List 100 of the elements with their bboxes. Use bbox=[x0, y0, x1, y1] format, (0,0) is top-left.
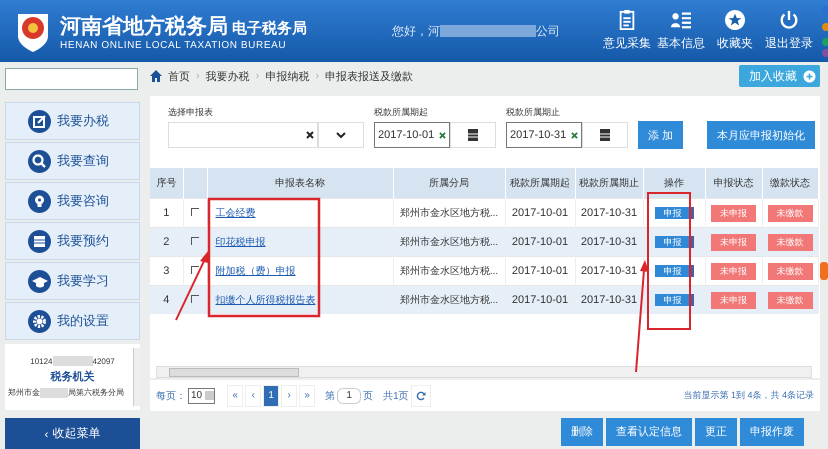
header-action[interactable]: 收藏夹 bbox=[708, 10, 762, 52]
row-checkbox[interactable] bbox=[191, 208, 199, 216]
horizontal-scrollbar[interactable] bbox=[156, 366, 812, 378]
action-button[interactable]: 更正 bbox=[695, 418, 737, 446]
table-cell: 2017-10-31 bbox=[575, 286, 643, 314]
search-field[interactable] bbox=[5, 68, 138, 90]
breadcrumb-link[interactable]: 申报表报送及缴款 bbox=[325, 68, 414, 84]
calendar-button[interactable] bbox=[582, 122, 628, 148]
floating-widget-icon bbox=[820, 262, 828, 280]
init-button[interactable]: 本月应申报初始化 bbox=[707, 121, 816, 150]
clear-icon bbox=[306, 131, 314, 140]
site-english-title: HENAN ONLINE LOCAL TAXATION BUREAU bbox=[60, 40, 288, 50]
table-cell: 2017-10-01 bbox=[505, 286, 575, 314]
separator-icon: › bbox=[315, 70, 320, 82]
column-header: 所属分局 bbox=[393, 168, 505, 199]
declare-button[interactable]: 申报 bbox=[654, 264, 694, 277]
clipboard-icon bbox=[617, 10, 637, 30]
page-suffix: 页 bbox=[363, 390, 374, 403]
header-action[interactable]: 意见采集 bbox=[600, 10, 654, 52]
field-label: 选择申报表 bbox=[168, 106, 214, 120]
dropdown-icon bbox=[205, 391, 214, 400]
table-cell: 4 bbox=[150, 286, 183, 314]
header-action[interactable]: 基本信息 bbox=[654, 10, 708, 52]
scrollbar-thumb[interactable] bbox=[169, 368, 299, 378]
declare-button[interactable]: 申报 bbox=[654, 294, 694, 306]
field-label: 税款所属期止 bbox=[506, 106, 561, 120]
report-link[interactable]: 附加税（费）申报 bbox=[216, 266, 296, 278]
calendar-icon bbox=[468, 129, 478, 142]
status-badge: 未申报 bbox=[711, 204, 756, 222]
bulb-icon bbox=[28, 190, 51, 212]
sidebar-item[interactable]: 我要咨询 bbox=[5, 182, 140, 220]
tax-id-end: 42097 bbox=[92, 356, 115, 366]
redacted-block bbox=[40, 388, 68, 398]
sidebar-item[interactable]: 我要查询 bbox=[5, 142, 140, 180]
calendar-icon bbox=[600, 129, 610, 142]
first-page-button[interactable]: « bbox=[227, 384, 244, 407]
row-checkbox[interactable] bbox=[191, 266, 199, 274]
profile-card-icon bbox=[671, 10, 691, 30]
declare-button[interactable]: 申报 bbox=[654, 206, 694, 219]
column-header: 序号 bbox=[150, 168, 183, 199]
action-button[interactable]: 查看认定信息 bbox=[606, 418, 692, 446]
prev-page-button[interactable]: ‹ bbox=[245, 384, 262, 407]
add-button[interactable]: 添 加 bbox=[638, 121, 684, 150]
site-title: 河南省地方税务局 bbox=[60, 14, 228, 40]
column-header: 申报表名称 bbox=[207, 168, 393, 199]
office-end: 局第六税务分局 bbox=[68, 387, 124, 398]
greeting-text: 您好，河 bbox=[392, 22, 440, 40]
sidebar-item[interactable]: 我的设置 bbox=[5, 302, 140, 340]
clear-icon bbox=[439, 132, 446, 139]
plus-icon bbox=[803, 70, 816, 83]
declare-button[interactable]: 申报 bbox=[654, 236, 694, 248]
per-page-select[interactable]: 10 bbox=[188, 388, 216, 404]
table-cell: 2017-10-31 bbox=[575, 228, 643, 257]
separator-icon: › bbox=[256, 70, 260, 82]
report-link[interactable]: 印花税申报 bbox=[216, 237, 266, 248]
refresh-button[interactable] bbox=[410, 384, 431, 407]
page-prefix: 第 bbox=[325, 390, 336, 403]
breadcrumb-link[interactable]: 我要办税 bbox=[206, 68, 250, 84]
tax-id-start: 10124 bbox=[30, 356, 52, 366]
breadcrumb-link[interactable]: 申报纳税 bbox=[265, 68, 310, 84]
sidebar-item[interactable]: 我要学习 bbox=[5, 262, 140, 300]
refresh-icon bbox=[416, 390, 426, 401]
page-button[interactable]: 1 bbox=[263, 384, 280, 407]
chevron-down-icon bbox=[336, 132, 346, 139]
site-subtitle: 电子税务局 bbox=[232, 18, 307, 38]
column-header: 申报状态 bbox=[705, 168, 762, 199]
separator-icon: › bbox=[196, 70, 200, 82]
total-pages: 共1页 bbox=[383, 390, 409, 403]
column-header: 缴款状态 bbox=[762, 168, 818, 199]
end-date-field[interactable]: 2017-10-31 bbox=[506, 122, 582, 148]
record-summary: 当前显示第 1到 4条，共 4条记录 bbox=[683, 389, 814, 402]
sidebar-item[interactable]: 我要办税 bbox=[5, 102, 140, 140]
clear-icon bbox=[571, 132, 578, 139]
last-page-button[interactable]: » bbox=[299, 384, 316, 407]
breadcrumb-link[interactable]: 首页 bbox=[168, 68, 190, 84]
table-cell: 2 bbox=[150, 228, 183, 257]
gear-icon bbox=[28, 310, 51, 332]
table-cell: 2017-10-01 bbox=[505, 228, 575, 257]
edit-icon bbox=[28, 110, 51, 132]
row-checkbox[interactable] bbox=[191, 295, 199, 304]
chevron-icon: ‹ bbox=[44, 426, 48, 440]
start-date-field[interactable]: 2017-10-01 bbox=[374, 122, 450, 148]
status-badge: 未申报 bbox=[711, 292, 756, 309]
action-button[interactable]: 申报作废 bbox=[740, 418, 804, 446]
table-cell: 郑州市金水区地方税... bbox=[393, 228, 505, 257]
sidebar-item[interactable]: 我要预约 bbox=[5, 222, 140, 260]
calendar-button[interactable] bbox=[450, 122, 496, 148]
header-action[interactable]: 退出登录 bbox=[762, 10, 816, 52]
status-badge: 未缴款 bbox=[768, 234, 812, 251]
status-badge: 未申报 bbox=[711, 262, 756, 280]
status-badge: 未申报 bbox=[711, 234, 756, 251]
next-page-button[interactable]: › bbox=[281, 384, 298, 407]
collapse-menu-button[interactable]: ‹ 收起菜单 bbox=[5, 418, 140, 449]
action-button[interactable]: 删除 bbox=[561, 418, 603, 446]
report-link[interactable]: 工会经费 bbox=[216, 208, 256, 220]
redacted-block bbox=[52, 356, 92, 366]
page-input[interactable]: 1 bbox=[337, 388, 362, 404]
annotation-arrow bbox=[175, 251, 208, 320]
row-checkbox[interactable] bbox=[191, 237, 199, 246]
scrollbar[interactable] bbox=[133, 348, 140, 406]
